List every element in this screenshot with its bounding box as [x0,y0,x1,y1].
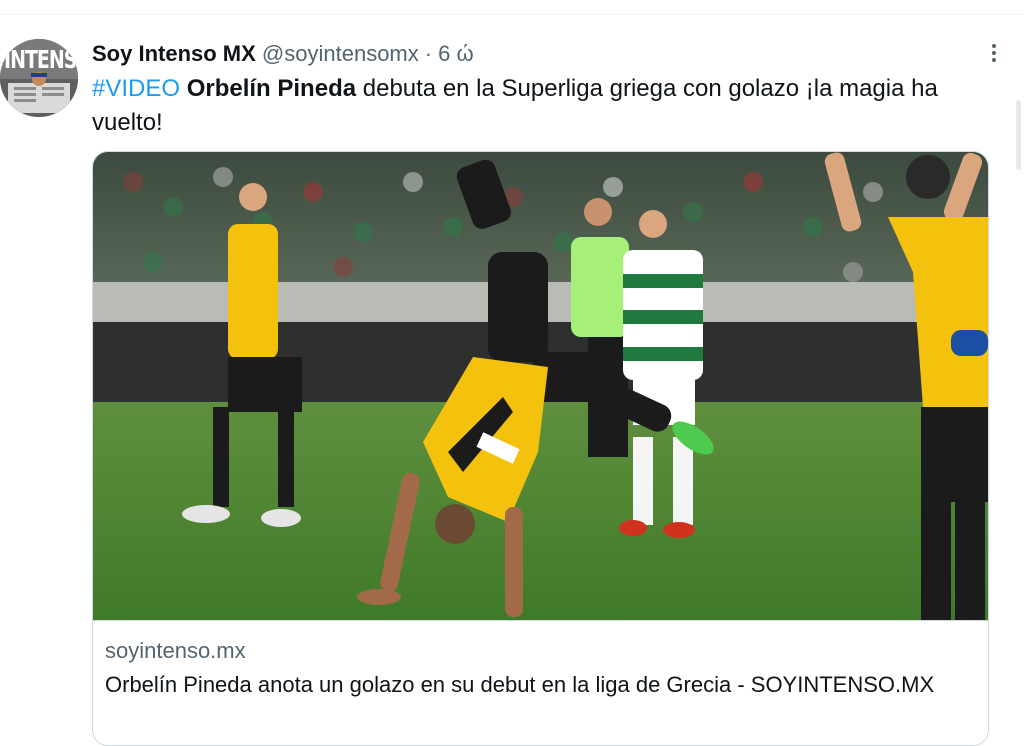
author-name[interactable]: Soy Intenso MX [92,41,256,66]
card-title: Orbelín Pineda anota un golazo en su deb… [105,672,935,697]
tweet-header: Soy Intenso MX @soyintensomx · 6 ώ [92,39,474,69]
tweet-text: #VIDEO Orbelín Pineda debuta en la Super… [92,72,992,140]
card-image[interactable] [93,152,988,620]
author-handle[interactable]: @soyintensomx [262,41,419,66]
link-card[interactable]: soyintenso.mx Orbelín Pineda anota un go… [92,151,989,746]
more-dots-icon [992,44,996,62]
player-name: Orbelín Pineda [186,75,357,102]
tweet[interactable]: INTENSO Soy Intenso MX @soyintensomx·6 ώ… [0,15,1024,746]
avatar[interactable]: INTENSO [0,39,78,117]
more-options-button[interactable] [982,41,1006,65]
card-footer[interactable]: soyintenso.mx Orbelín Pineda anota un go… [93,620,988,745]
avatar-logo-text: INTENSO [4,45,78,75]
card-domain: soyintenso.mx [105,638,246,663]
hashtag-link[interactable]: #VIDEO [92,75,180,102]
separator-dot: · [424,41,433,66]
timestamp[interactable]: 6 ώ [438,41,474,66]
scrollbar-thumb[interactable] [1016,100,1021,170]
